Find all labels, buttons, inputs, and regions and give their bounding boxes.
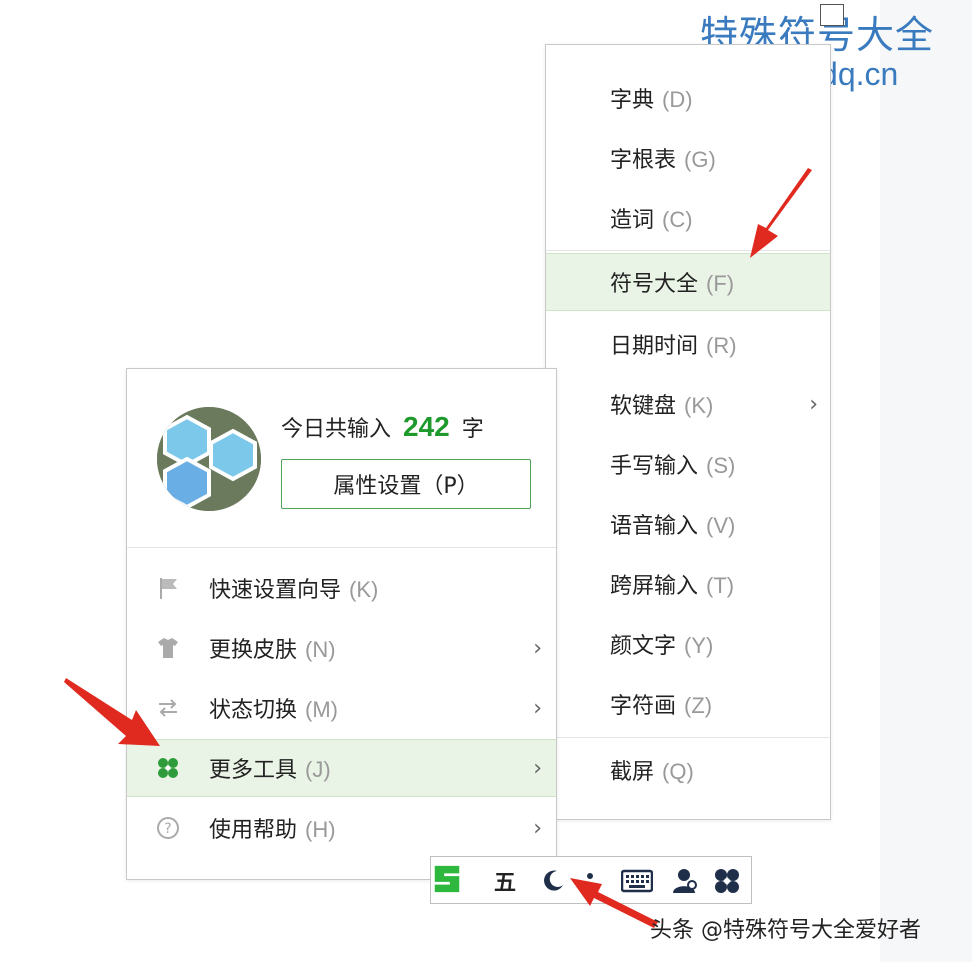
submenu-item-cross-screen[interactable]: 跨屏输入 (T)	[546, 555, 830, 613]
logo-icon[interactable]	[431, 863, 463, 895]
submenu-item-label: 字符画 (Z)	[610, 693, 713, 719]
menu-item-label: 使用帮助 (H)	[209, 817, 336, 843]
submenu-item-screenshot[interactable]: 截屏 (Q)	[546, 741, 830, 799]
submenu-item-kaomoji[interactable]: 颜文字 (Y)	[546, 615, 830, 673]
submenu-item-handwriting[interactable]: 手写输入 (S)	[546, 435, 830, 493]
submenu-item-label: 手写输入 (S)	[610, 453, 736, 479]
submenu-item-label: 符号大全 (F)	[610, 271, 735, 297]
ime-main-menu: 今日共输入 242 字 属性设置（P） 快速设置向导 (K) 更换皮肤 (N) › …	[126, 368, 557, 880]
submenu-item-label: 软键盘 (K)	[610, 393, 714, 419]
chevron-right-icon: ›	[533, 635, 542, 661]
menu-item-label: 更换皮肤 (N)	[209, 637, 336, 663]
more-tools-submenu: 字典 (D) 字根表 (G) 造词 (C) 符号大全 (F) 日期时间 (R) 软键盘 (K…	[545, 44, 831, 820]
red-arrow-icon	[750, 168, 812, 258]
wubi-mode-label[interactable]: 五	[489, 865, 521, 897]
chevron-right-icon: ›	[533, 755, 542, 781]
submenu-item-label: 日期时间 (R)	[610, 333, 737, 359]
menu-item-more-tools[interactable]: 更多工具 (J) ›	[127, 739, 556, 797]
window-icon	[820, 4, 844, 26]
input-count-number: 242	[403, 411, 450, 442]
flag-icon	[155, 575, 181, 601]
help-circle-icon: ?	[155, 815, 181, 841]
submenu-item-label: 语音输入 (V)	[610, 513, 736, 539]
svg-text:?: ?	[164, 821, 171, 837]
hexagon-avatar-icon	[157, 407, 261, 511]
menu-item-help[interactable]: ? 使用帮助 (H) ›	[127, 799, 556, 857]
divider	[546, 737, 830, 738]
submenu-item-label: 字典 (D)	[610, 87, 693, 113]
submenu-item-label: 字根表 (G)	[610, 147, 716, 173]
submenu-item-date-time[interactable]: 日期时间 (R)	[546, 315, 830, 373]
submenu-item-dictionary[interactable]: 字典 (D)	[546, 69, 830, 127]
submenu-item-label: 造词 (C)	[610, 207, 693, 233]
menu-item-change-skin[interactable]: 更换皮肤 (N) ›	[127, 619, 556, 677]
submenu-item-label: 跨屏输入 (T)	[610, 573, 735, 599]
divider	[127, 547, 556, 548]
moon-icon[interactable]	[537, 865, 569, 897]
menu-item-status-switch[interactable]: 状态切换 (M) ›	[127, 679, 556, 737]
submenu-item-label: 颜文字 (Y)	[610, 633, 714, 659]
user-icon[interactable]	[669, 865, 701, 897]
credit-text: 头条 @特殊符号大全爱好者	[650, 918, 921, 943]
menu-item-label: 更多工具 (J)	[209, 757, 331, 783]
menu-item-label: 快速设置向导 (K)	[209, 577, 379, 603]
menu-item-label: 状态切换 (M)	[209, 697, 338, 723]
background-strip	[880, 0, 972, 962]
submenu-item-label: 截屏 (Q)	[610, 759, 694, 785]
clover-icon	[155, 755, 181, 781]
submenu-item-voice-input[interactable]: 语音输入 (V)	[546, 495, 830, 553]
properties-button[interactable]: 属性设置（P）	[281, 459, 531, 509]
tshirt-icon	[155, 635, 181, 661]
chevron-right-icon: ›	[809, 391, 818, 417]
chevron-right-icon: ›	[533, 815, 542, 841]
red-arrow-icon	[570, 878, 658, 928]
today-input-count: 今日共输入 242 字	[281, 411, 484, 442]
avatar[interactable]	[157, 407, 261, 511]
submenu-item-soft-keyboard[interactable]: 软键盘 (K) ›	[546, 375, 830, 433]
submenu-item-ascii-art[interactable]: 字符画 (Z)	[546, 675, 830, 733]
red-arrow-icon	[64, 678, 160, 746]
chevron-right-icon: ›	[533, 695, 542, 721]
menu-item-quick-setup[interactable]: 快速设置向导 (K)	[127, 559, 556, 617]
toolbox-icon[interactable]	[711, 865, 743, 897]
